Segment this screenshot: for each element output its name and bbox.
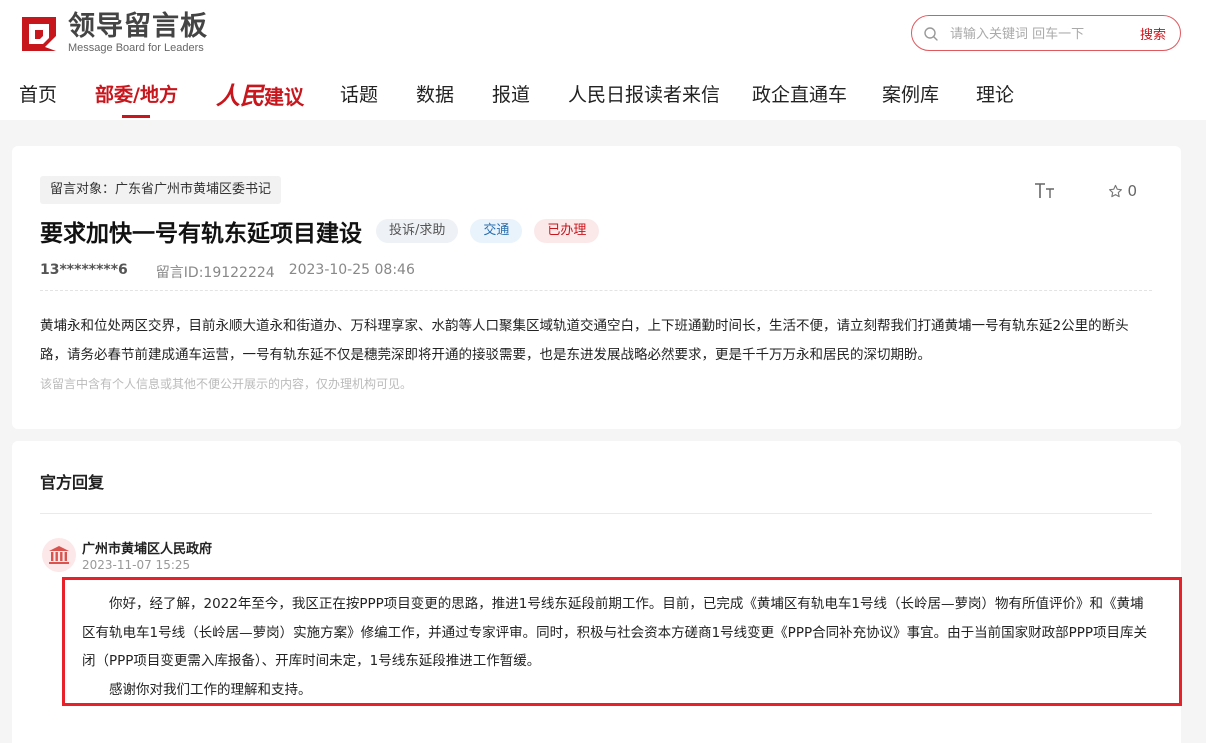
tag-traffic[interactable]: 交通: [470, 219, 523, 243]
site-header: 领导留言板 Message Board for Leaders 搜索 首页 部委…: [0, 0, 1206, 120]
favorite-button[interactable]: 0: [1108, 182, 1137, 200]
nav-item-readers-letters[interactable]: 人民日报读者来信: [568, 80, 720, 107]
search-input[interactable]: [950, 23, 1130, 45]
message-title-row: 要求加快一号有轨东延项目建设 投诉/求助 交通 已办理: [40, 214, 600, 248]
reply-organization: 广州市黄埔区人民政府: [82, 542, 213, 557]
search-icon: [924, 27, 938, 41]
nav-item-data[interactable]: 数据: [416, 80, 454, 107]
reply-heading: 官方回复: [40, 473, 105, 492]
reply-datetime: 2023-11-07 15:25: [82, 558, 191, 572]
tag-complaint[interactable]: 投诉/求助: [376, 219, 459, 243]
reply-paragraph: 你好，经了解，2022年至今，我区正在按PPP项目变更的思路，推进1号线东延段前…: [82, 596, 1148, 669]
favorite-count: 0: [1127, 182, 1137, 200]
reply-body: 你好，经了解，2022年至今，我区正在按PPP项目变更的思路，推进1号线东延段前…: [82, 590, 1154, 704]
search-button[interactable]: 搜索: [1140, 24, 1166, 43]
avatar: [42, 538, 76, 572]
government-building-icon: [49, 546, 69, 564]
logo-subtitle: Message Board for Leaders: [68, 42, 204, 54]
search-box: 搜索: [911, 15, 1181, 51]
message-datetime: 2023-10-25 08:46: [288, 262, 415, 278]
nav-item-reports[interactable]: 报道: [492, 80, 530, 107]
reply-card: 官方回复 广州市黄埔区人民政府 2023-11-07 15:25 你好，经了解，…: [12, 441, 1181, 743]
message-target: 留言对象：广东省广州市黄埔区委书记: [40, 176, 282, 204]
message-user: 13********6: [40, 262, 128, 278]
message-id: 留言ID:19122224: [155, 265, 275, 281]
message-meta: 13********6 留言ID:19122224 2023-10-25 08:…: [40, 262, 415, 282]
nav-suggestion-text: 建议: [264, 85, 304, 109]
site-logo[interactable]: 领导留言板 Message Board for Leaders: [18, 12, 208, 55]
nav-item-ministries-local[interactable]: 部委/地方: [95, 80, 178, 118]
star-icon: [1109, 184, 1123, 197]
divider: [40, 513, 1152, 514]
font-size-icon[interactable]: [1034, 182, 1056, 200]
logo-title: 领导留言板: [68, 11, 208, 42]
reply-paragraph: 感谢你对我们工作的理解和支持。: [109, 681, 312, 698]
divider: [40, 290, 1152, 291]
logo-mark-icon: [22, 16, 56, 51]
nav-item-theory[interactable]: 理论: [976, 80, 1014, 107]
nav-item-case-library[interactable]: 案例库: [882, 80, 939, 107]
message-body: 黄埔永和位处两区交界，目前永顺大道永和街道办、万科理享家、水韵等人口聚集区域轨道…: [40, 318, 1129, 363]
privacy-note: 该留言中含有个人信息或其他不便公开展示的内容，仅办理机构可见。: [40, 377, 413, 391]
message-tools: 0: [1034, 182, 1137, 200]
nav-item-gov-enterprise[interactable]: 政企直通车: [752, 80, 847, 107]
status-badge: 已办理: [534, 219, 600, 243]
nav-item-people-suggestion[interactable]: 人民建议: [216, 76, 304, 111]
nav-item-topics[interactable]: 话题: [340, 80, 378, 107]
nav-people-brush-text: 人民: [216, 81, 264, 110]
nav-item-home[interactable]: 首页: [19, 80, 57, 107]
message-card: 留言对象：广东省广州市黄埔区委书记 0 要求加快一号有轨东延项目建设 投诉/求助…: [12, 146, 1181, 429]
message-title: 要求加快一号有轨东延项目建设: [40, 221, 362, 247]
